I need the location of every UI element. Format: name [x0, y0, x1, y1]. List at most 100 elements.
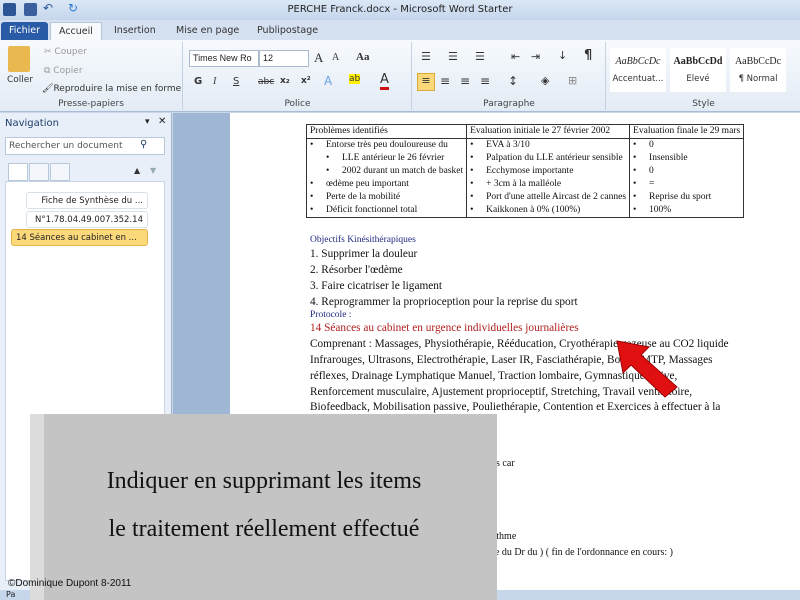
- format-painter-button[interactable]: 🖌Reproduire la mise en forme: [42, 84, 181, 94]
- shading-icon[interactable]: ◈: [541, 74, 549, 87]
- font-size-select[interactable]: 12: [259, 50, 309, 67]
- copy-label: Copier: [53, 66, 83, 76]
- styles-group: AaBbCcDc Accentuat... AaBbCcDd Elevé AaBbC…: [607, 42, 800, 110]
- tab-publipostage[interactable]: Publipostage: [249, 22, 326, 40]
- strikethrough-button[interactable]: abc: [258, 77, 274, 87]
- nav-item[interactable]: N°1.78.04.49.007.352.14: [26, 211, 148, 228]
- style-name: ¶ Normal: [738, 74, 778, 84]
- shrink-font-icon[interactable]: A: [332, 52, 339, 63]
- underline-button[interactable]: S: [233, 76, 239, 87]
- table-cell: Reprise du sport: [633, 191, 740, 204]
- nav-item[interactable]: Fiche de Synthèse du ...: [26, 192, 148, 209]
- search-icon[interactable]: ⚲: [140, 139, 147, 150]
- show-marks-button[interactable]: ¶: [584, 48, 592, 63]
- table-cell: Port d'une attelle Aircast de 2 cannes: [470, 191, 626, 204]
- highlight-icon[interactable]: ab: [349, 74, 361, 84]
- table-cell: =: [633, 178, 740, 191]
- bullets-icon[interactable]: ☰: [421, 50, 431, 63]
- window-title: PERCHE Franck.docx - Microsoft Word Star…: [287, 4, 513, 15]
- tab-pages[interactable]: [29, 163, 49, 181]
- style-name: Accentuat...: [612, 74, 664, 84]
- table-cell: Ecchymose importante: [470, 165, 626, 178]
- tab-results[interactable]: [50, 163, 70, 181]
- objective-item: 4. Reprogrammer la proprioception pour l…: [310, 296, 578, 308]
- superscript-button[interactable]: x²: [301, 76, 311, 86]
- copyright-text: ©Dominique Dupont 8-2011: [8, 578, 132, 589]
- instruction-line-2: le traitement réellement effectué: [108, 516, 420, 542]
- table-cell: LLE antérieur le 26 février: [342, 153, 445, 163]
- style-accentuation[interactable]: AaBbCcDc Accentuat...: [610, 48, 666, 92]
- protocol-line: Biofeedback, Mobilisation passive, Pouli…: [310, 401, 721, 413]
- font-name-select[interactable]: Times New Ro: [189, 50, 259, 67]
- tab-accueil[interactable]: Accueil: [50, 22, 102, 40]
- tab-fichier[interactable]: Fichier: [1, 22, 49, 40]
- table-cell: Perte de la mobilité: [310, 191, 463, 204]
- bold-button[interactable]: G: [194, 76, 202, 87]
- table-cell-cont: LLE antérieur le 26 février: [310, 152, 463, 165]
- pane-menu-icon[interactable]: ▾: [145, 117, 150, 127]
- clipboard-group: Coller ✂ Couper ⧉ Copier 🖌Reproduire la …: [0, 42, 183, 110]
- line-spacing-icon[interactable]: ↕: [508, 74, 518, 88]
- paste-icon: [8, 46, 30, 72]
- subscript-button[interactable]: x₂: [280, 76, 290, 86]
- title-bar: ↶ ↻ PERCHE Franck.docx - Microsoft Word …: [0, 0, 800, 20]
- protocol-heading: 14 Séances au cabinet en urgence individ…: [310, 322, 579, 334]
- font-group: Times New Ro 12 A A Aa G I S abc x₂ x² A…: [184, 42, 412, 110]
- paragraph-group-label: Paragraphe: [483, 99, 535, 109]
- table-cell: Kaikkonen à 0% (100%): [470, 204, 626, 217]
- navigation-title: Navigation: [5, 118, 59, 129]
- table-cell: Déficit fonctionnel total: [310, 204, 463, 217]
- multilevel-list-icon[interactable]: ☰: [475, 50, 485, 63]
- table-cell: Palpation du LLE antérieur sensible: [470, 152, 626, 165]
- styles-group-label: Style: [692, 99, 715, 109]
- increase-indent-icon[interactable]: ⇥: [531, 50, 540, 63]
- red-arrow-icon: [616, 340, 678, 398]
- table-header: Evaluation initiale le 27 février 2002: [466, 124, 631, 139]
- font-color-icon[interactable]: A: [380, 72, 389, 90]
- font-group-label: Police: [284, 99, 311, 109]
- justify-button[interactable]: ≡: [480, 74, 490, 88]
- table-cell: 0: [633, 165, 740, 178]
- sort-icon[interactable]: ↓: [558, 49, 567, 62]
- align-left-button[interactable]: ≡: [417, 73, 435, 91]
- protocol-title: Protocole :: [310, 310, 352, 320]
- paste-button[interactable]: Coller: [7, 75, 33, 85]
- ribbon: Coller ✂ Couper ⧉ Copier 🖌Reproduire la …: [0, 40, 800, 112]
- close-icon[interactable]: ✕: [158, 116, 166, 127]
- table-cell: œdème peu important: [310, 178, 463, 191]
- table-cell: 100%: [633, 204, 740, 217]
- style-eleve[interactable]: AaBbCcDd Elevé: [670, 48, 726, 92]
- table-header: Problèmes identifiés: [305, 124, 468, 139]
- table-header: Evaluation finale le 29 mars: [629, 124, 745, 139]
- tab-mise-en-page[interactable]: Mise en page: [168, 22, 247, 40]
- cut-label: Couper: [54, 47, 87, 57]
- decrease-indent-icon[interactable]: ⇤: [511, 50, 520, 63]
- tab-headings[interactable]: [8, 163, 28, 181]
- style-preview: AaBbCcDd: [673, 56, 723, 67]
- table-cell: + 3cm à la malléole: [470, 178, 626, 191]
- italic-button[interactable]: I: [213, 76, 216, 87]
- numbering-icon[interactable]: ☰: [448, 50, 458, 63]
- style-normal[interactable]: AaBbCcDc ¶ Normal: [730, 48, 786, 92]
- nav-item-selected[interactable]: 14 Séances au cabinet en ...: [11, 229, 148, 246]
- table-cell: Entorse très peu douloureuse du: [310, 139, 463, 152]
- copy-button[interactable]: ⧉ Copier: [44, 66, 83, 76]
- text-effects-icon[interactable]: A: [324, 74, 332, 88]
- borders-icon[interactable]: ⊞: [568, 74, 577, 87]
- evaluation-table: Problèmes identifiés Evaluation initiale …: [305, 124, 745, 218]
- tab-insertion[interactable]: Insertion: [106, 22, 164, 40]
- grow-font-icon[interactable]: A: [314, 50, 323, 66]
- table-cell: 2002 durant un match de basket: [342, 166, 464, 176]
- table-cell: Insensible: [633, 152, 740, 165]
- align-right-button[interactable]: ≡: [460, 74, 470, 88]
- cut-button[interactable]: ✂ Couper: [44, 47, 87, 57]
- previous-icon[interactable]: ▲: [134, 166, 140, 175]
- instruction-line-1: Indiquer en supprimant les items: [106, 468, 422, 494]
- change-case-icon[interactable]: Aa: [356, 51, 369, 63]
- style-name: Elevé: [686, 74, 710, 84]
- clipboard-group-label: Presse-papiers: [58, 99, 124, 109]
- align-center-button[interactable]: ≡: [440, 74, 450, 88]
- table-cell: EVA à 3/10: [470, 139, 626, 152]
- ribbon-tabs: Fichier Accueil Insertion Mise en page P…: [0, 20, 800, 40]
- next-icon[interactable]: ▼: [150, 166, 156, 175]
